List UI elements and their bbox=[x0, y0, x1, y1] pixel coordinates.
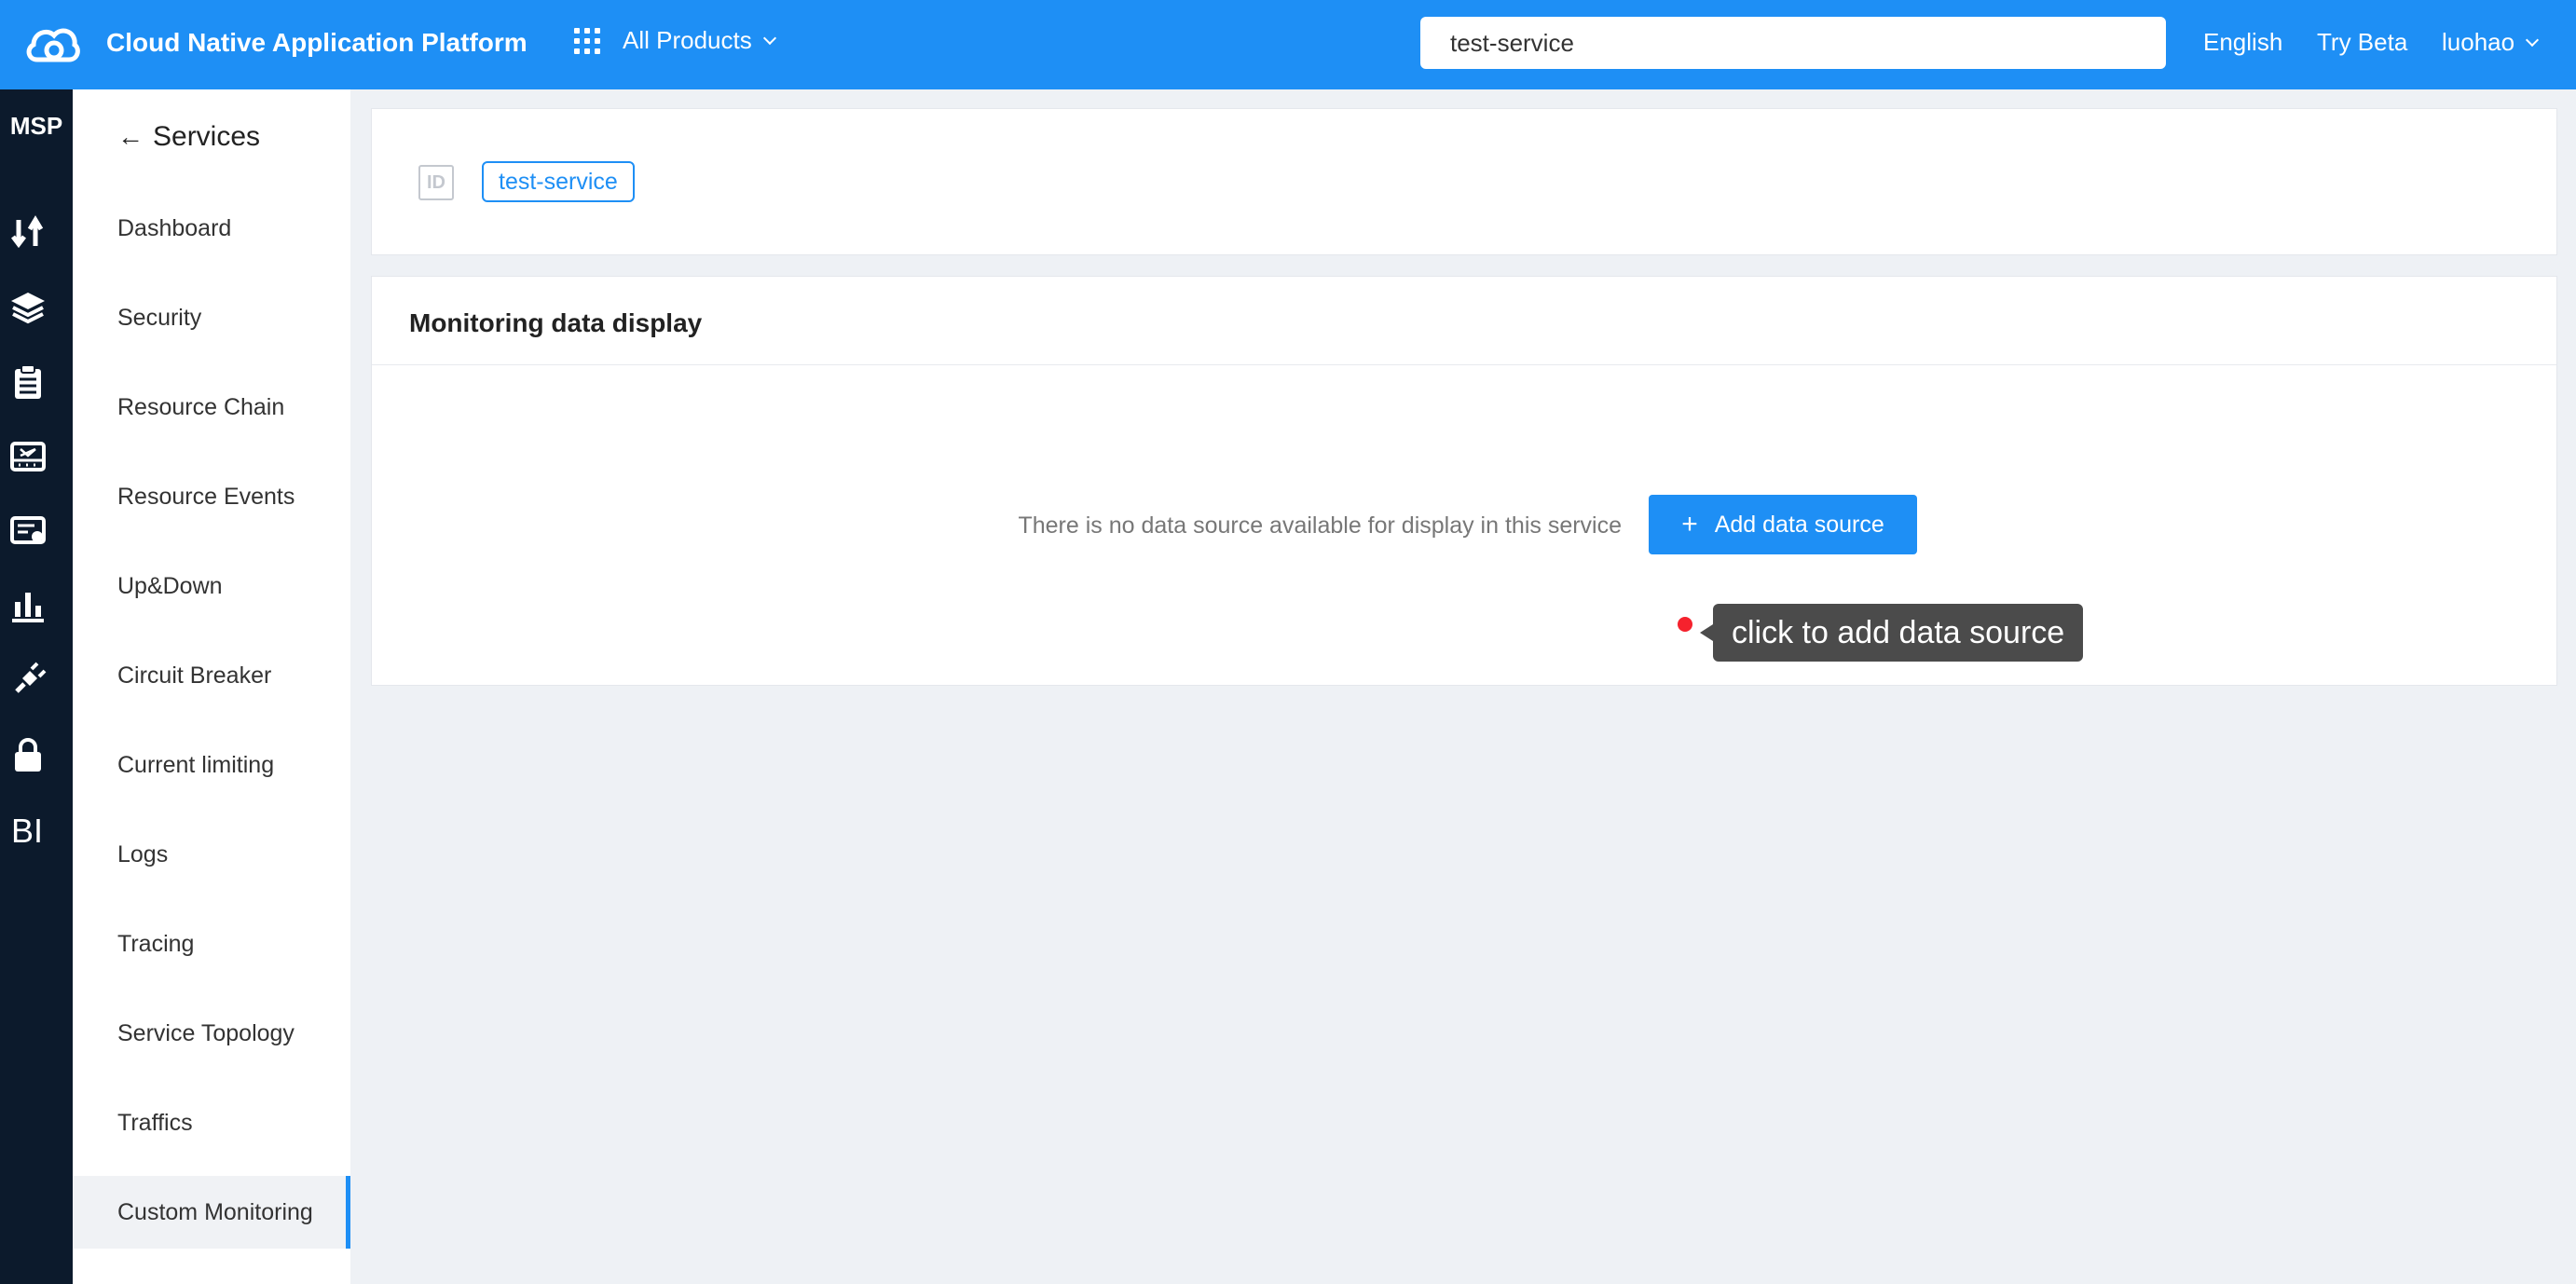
rail-label[interactable]: MSP bbox=[0, 112, 73, 141]
apps-grid-icon bbox=[574, 27, 600, 54]
clipboard-icon[interactable] bbox=[7, 362, 48, 403]
id-icon: ID bbox=[418, 165, 454, 200]
card-divider bbox=[372, 364, 2556, 365]
sidebar-item-custom-monitoring[interactable]: Custom Monitoring bbox=[73, 1176, 350, 1249]
service-sidebar: ← Services Dashboard Security Resource C… bbox=[73, 89, 350, 1284]
monitoring-title: Monitoring data display bbox=[409, 308, 703, 337]
all-products-menu[interactable]: All Products bbox=[574, 26, 776, 55]
transfer-arrows-icon[interactable] bbox=[7, 212, 48, 253]
service-info-card: ID test-service bbox=[371, 108, 2557, 255]
plus-icon: + bbox=[1681, 509, 1698, 540]
sidebar-item-logs[interactable]: Logs bbox=[73, 818, 350, 891]
chevron-down-icon bbox=[762, 31, 776, 45]
sidebar-item-up-down[interactable]: Up&Down bbox=[73, 550, 350, 622]
network-icon[interactable] bbox=[7, 436, 48, 477]
bi-icon[interactable]: BI bbox=[7, 809, 48, 850]
hint-tooltip: click to add data source bbox=[1699, 604, 2084, 662]
cloud-logo-icon[interactable] bbox=[24, 19, 80, 71]
sidebar-item-current-limiting[interactable]: Current limiting bbox=[73, 729, 350, 801]
top-header: Cloud Native Application Platform All Pr… bbox=[0, 0, 2576, 89]
app-rail: MSP BI bbox=[0, 89, 73, 1284]
back-label: Services bbox=[153, 121, 261, 152]
click-marker bbox=[1678, 617, 1692, 632]
add-data-source-label: Add data source bbox=[1714, 511, 1884, 538]
language-switch[interactable]: English bbox=[2203, 28, 2282, 57]
service-tag: test-service bbox=[482, 161, 635, 202]
sidebar-item-security[interactable]: Security bbox=[73, 281, 350, 354]
user-name: luohao bbox=[2442, 28, 2515, 56]
lock-icon[interactable] bbox=[7, 734, 48, 775]
sidebar-item-dashboard[interactable]: Dashboard bbox=[73, 192, 350, 265]
back-to-services[interactable]: ← Services bbox=[117, 121, 260, 153]
sidebar-item-resource-events[interactable]: Resource Events bbox=[73, 460, 350, 533]
layers-icon[interactable] bbox=[7, 287, 48, 328]
chevron-down-icon bbox=[2526, 33, 2540, 47]
app-title[interactable]: Cloud Native Application Platform bbox=[106, 28, 528, 58]
empty-state-text: There is no data source available for di… bbox=[1018, 512, 1622, 539]
monitoring-card: Monitoring data display There is no data… bbox=[371, 276, 2557, 686]
arrow-left-icon: ← bbox=[117, 122, 144, 151]
svg-text:BI: BI bbox=[11, 812, 43, 848]
user-menu[interactable]: luohao bbox=[2442, 28, 2540, 57]
sidebar-item-resource-chain[interactable]: Resource Chain bbox=[73, 371, 350, 444]
sidebar-item-tracing[interactable]: Tracing bbox=[73, 908, 350, 980]
all-products-label: All Products bbox=[623, 26, 752, 54]
search-input[interactable] bbox=[1420, 17, 2166, 69]
add-data-source-button[interactable]: + Add data source bbox=[1649, 495, 1917, 554]
bar-chart-icon[interactable] bbox=[7, 585, 48, 626]
sidebar-item-traffics[interactable]: Traffics bbox=[73, 1086, 350, 1159]
sidebar-item-service-topology[interactable]: Service Topology bbox=[73, 997, 350, 1070]
try-beta-link[interactable]: Try Beta bbox=[2317, 28, 2407, 57]
sidebar-item-circuit-breaker[interactable]: Circuit Breaker bbox=[73, 639, 350, 712]
plug-icon[interactable] bbox=[7, 660, 48, 701]
certificate-icon[interactable] bbox=[7, 511, 48, 552]
